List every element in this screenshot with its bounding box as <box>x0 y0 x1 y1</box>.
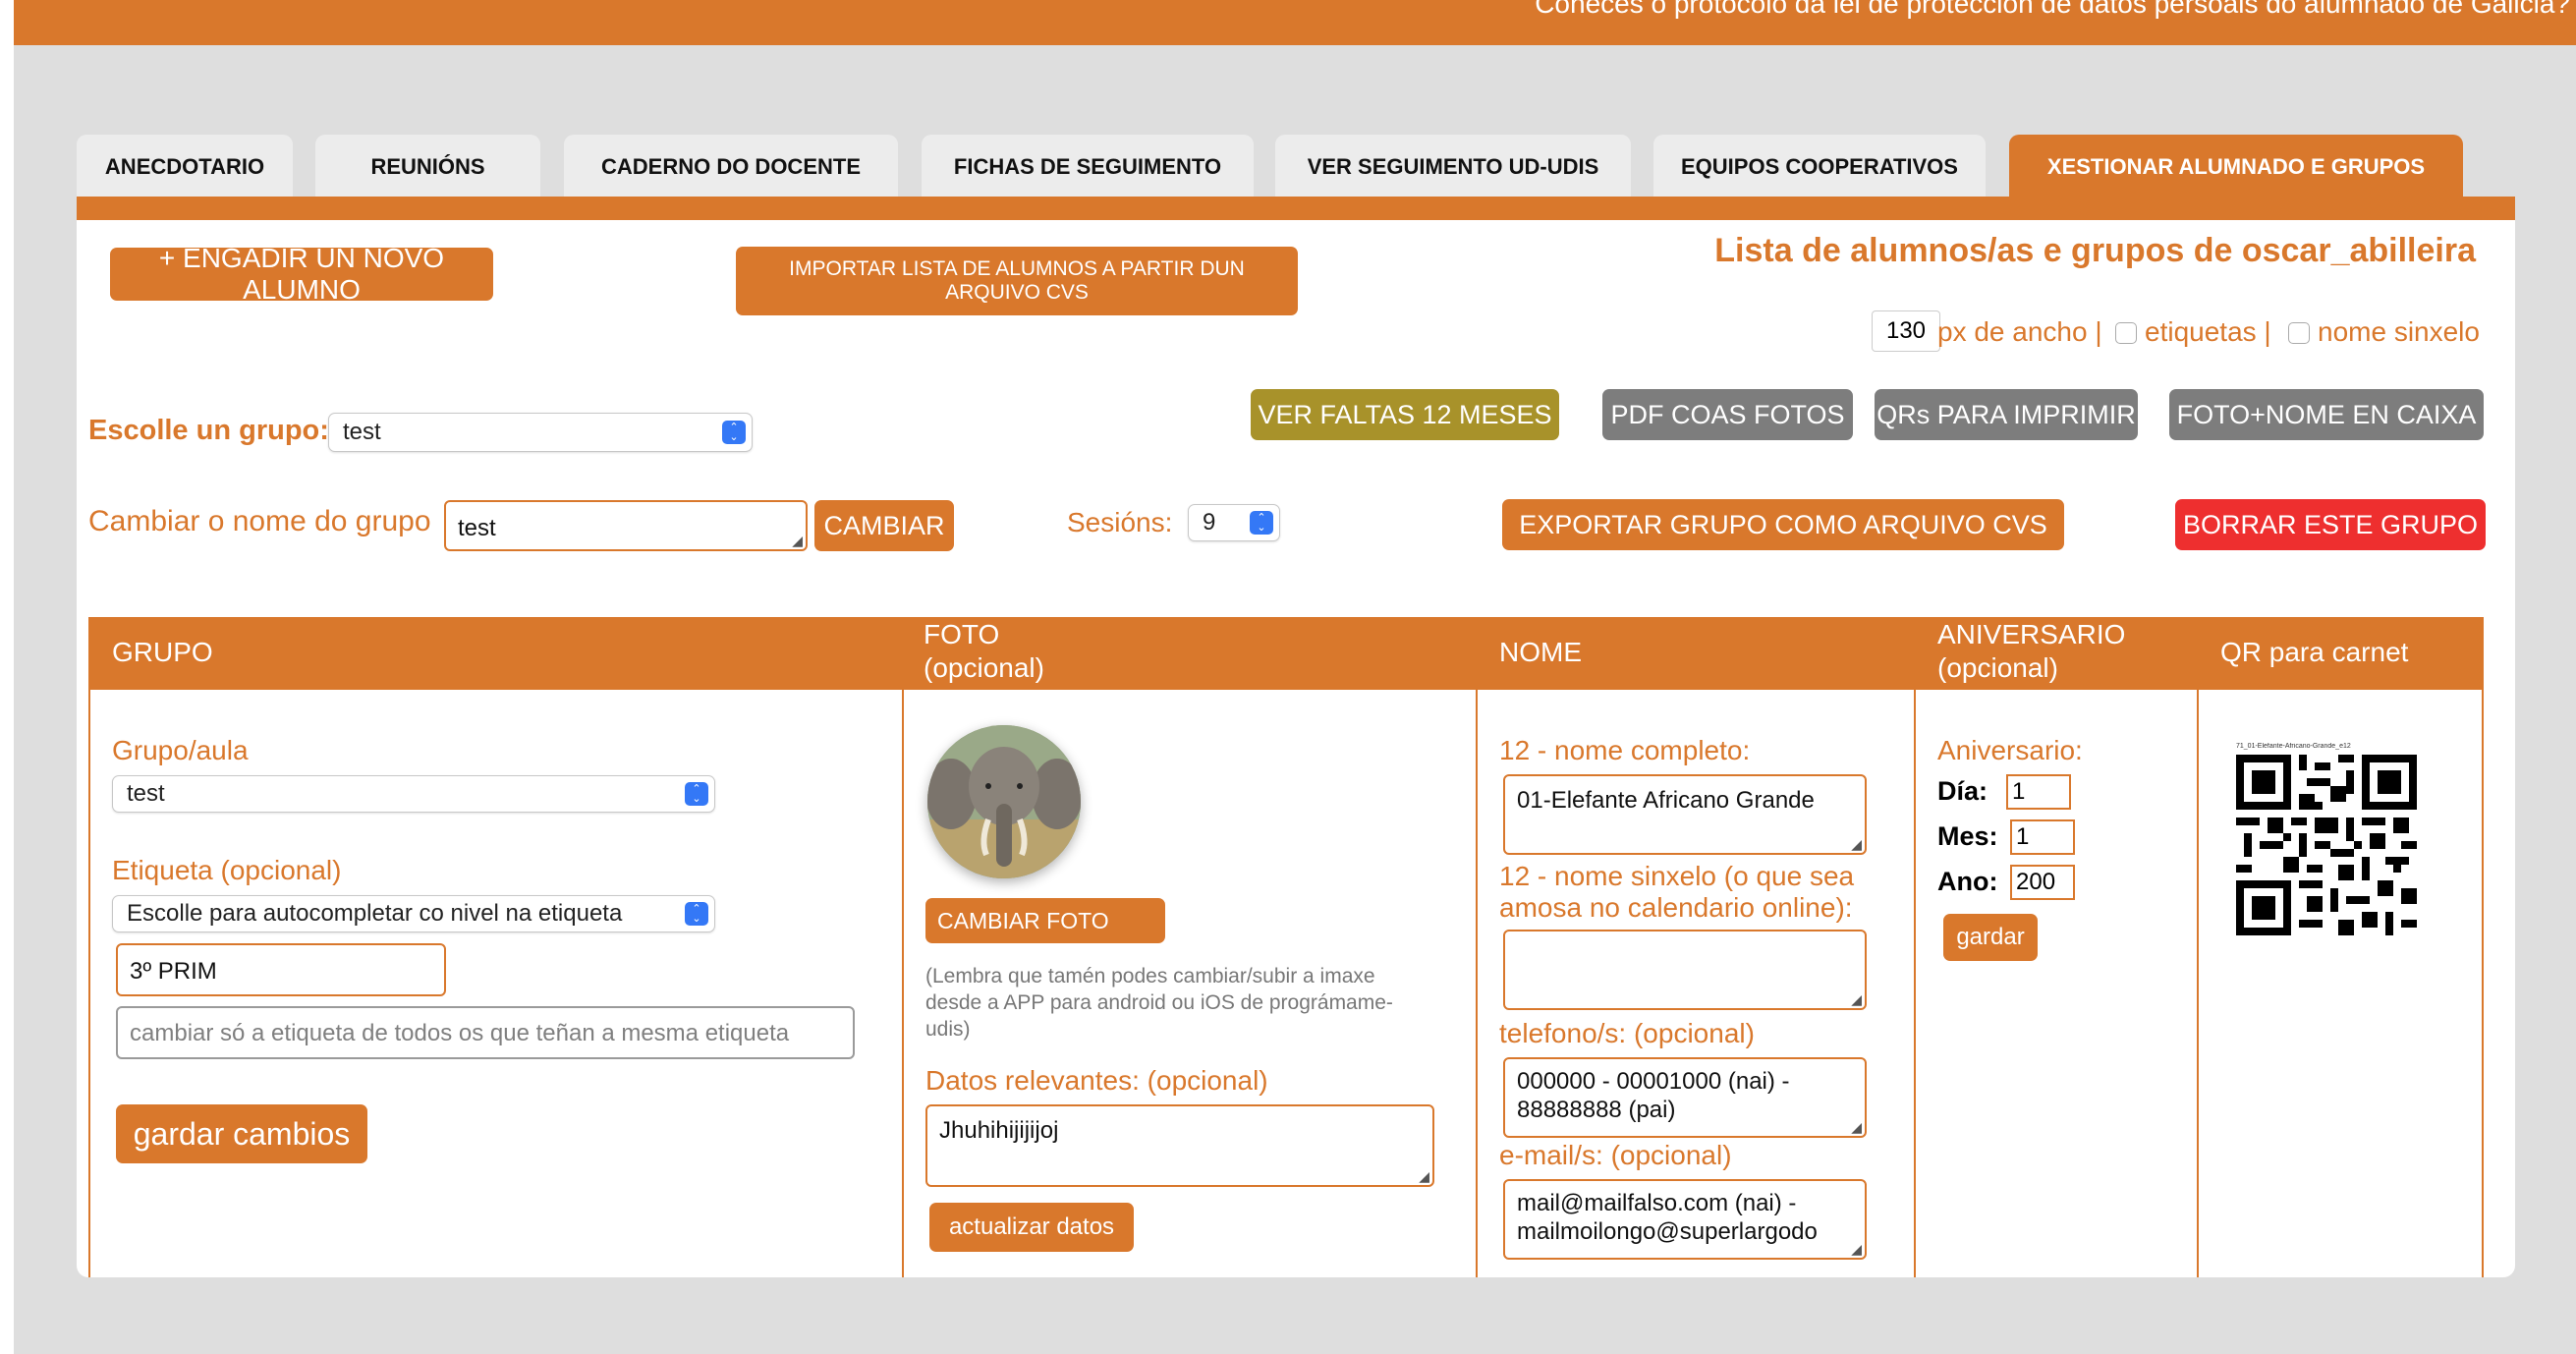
import-students-button[interactable]: IMPORTAR LISTA DE ALUMNOS A PARTIR DUN A… <box>736 247 1298 315</box>
resize-grip-icon: ◢ <box>792 533 803 548</box>
tab-equipos-cooperativos[interactable]: EQUIPOS COOPERATIVOS <box>1653 135 1986 199</box>
email-input[interactable]: mail@mailfalso.com (nai) - mailmoilongo@… <box>1503 1179 1867 1260</box>
resize-grip-icon: ◢ <box>1419 1168 1429 1184</box>
choose-group-label: Escolle un grupo: <box>88 415 329 446</box>
simple-name-checkbox-label: nome sinxelo <box>2318 316 2480 347</box>
rename-group-label: Cambiar o nome do grupo <box>88 505 431 537</box>
header-birthday-optional: (opcional) <box>1937 652 2058 683</box>
select-chevron-icon: ⌃ ⌄ <box>685 782 708 806</box>
photo-note: (Lembra que tamén podes cambiar/subir a … <box>925 965 1393 1041</box>
header-photo: FOTO <box>924 619 1000 649</box>
photo-width-input[interactable]: 130 <box>1872 310 1940 352</box>
group-aula-label: Grupo/aula <box>112 735 249 765</box>
change-photo-button[interactable]: CAMBIAR FOTO <box>925 898 1165 943</box>
select-chevron-icon: ⌃ ⌄ <box>1250 511 1273 535</box>
table-border <box>2482 690 2484 1277</box>
select-chevron-icon: ⌃ ⌄ <box>722 421 746 444</box>
full-name-input[interactable]: 01-Elefante Africano Grande ◢ <box>1503 774 1867 855</box>
delete-group-button[interactable]: BORRAR ESTE GRUPO <box>2175 499 2486 550</box>
main-panel: + ENGADIR UN NOVO ALUMNO IMPORTAR LISTA … <box>77 220 2515 1277</box>
month-input[interactable]: 1 <box>2010 819 2075 855</box>
table-border <box>902 690 904 1277</box>
tag-autocomplete-select[interactable]: Escolle para autocompletar co nivel na e… <box>112 895 715 932</box>
page-title: Lista de alumnos/as e grupos de oscar_ab… <box>1714 232 2476 269</box>
simple-name-input[interactable]: ◢ <box>1503 930 1867 1010</box>
save-changes-button[interactable]: gardar cambios <box>116 1104 367 1163</box>
day-label: Día: <box>1937 776 1988 806</box>
birthday-label: Aniversario: <box>1937 735 2083 765</box>
labels-checkbox-label: etiquetas | <box>2145 316 2271 347</box>
table-border <box>1914 690 1916 1277</box>
relevant-data-input[interactable]: Jhuhihijijijoj ◢ <box>925 1104 1434 1187</box>
pdf-photos-button[interactable]: PDF COAS FOTOS <box>1602 389 1853 440</box>
resize-grip-icon: ◢ <box>1851 1241 1862 1257</box>
simple-name-checkbox[interactable] <box>2288 322 2310 344</box>
header-birthday: ANIVERSARIO <box>1937 619 2126 649</box>
header-group: GRUPO <box>112 637 213 667</box>
sessions-select[interactable]: 9 ⌃ ⌄ <box>1188 504 1280 541</box>
day-input[interactable]: 1 <box>2006 774 2071 810</box>
phone-label: telefono/s: (opcional) <box>1499 1018 1755 1048</box>
full-name-label: 12 - nome completo: <box>1499 735 1751 765</box>
qr-caption: 71_01-Elefante-Africano-Grande_e12 <box>2236 743 2351 750</box>
tag-input[interactable]: 3º PRIM <box>116 943 446 996</box>
rename-group-button[interactable]: CAMBIAR <box>814 500 954 551</box>
email-label: e-mail/s: (opcional) <box>1499 1140 1732 1170</box>
tab-anecdotario[interactable]: ANECDOTARIO <box>77 135 293 199</box>
student-group-select[interactable]: test ⌃ ⌄ <box>112 775 715 813</box>
photo-name-box-button[interactable]: FOTO+NOME EN CAIXA <box>2169 389 2484 440</box>
month-label: Mes: <box>1937 821 1998 851</box>
tab-fichas-seguimento[interactable]: FICHAS DE SEGUIMENTO <box>922 135 1254 199</box>
relevant-data-label: Datos relevantes: (opcional) <box>925 1065 1268 1096</box>
resize-grip-icon: ◢ <box>1851 1119 1862 1135</box>
table-border <box>1476 690 1478 1277</box>
tag-label: Etiqueta (opcional) <box>112 855 342 885</box>
table-header: GRUPO FOTO (opcional) NOME ANIVERSARIO (… <box>88 617 2484 690</box>
update-data-button[interactable]: actualizar datos <box>929 1203 1134 1252</box>
students-table: GRUPO FOTO (opcional) NOME ANIVERSARIO (… <box>88 617 2484 1277</box>
simple-name-label: 12 - nome sinxelo (o que sea amosa no ca… <box>1499 861 1855 923</box>
tab-ver-seguimento[interactable]: VER SEGUIMENTO UD-UDIS <box>1275 135 1631 199</box>
tab-caderno-docente[interactable]: CADERNO DO DOCENTE <box>564 135 898 199</box>
labels-checkbox[interactable] <box>2115 322 2137 344</box>
export-group-button[interactable]: EXPORTAR GRUPO COMO ARQUIVO CVS <box>1502 499 2064 550</box>
save-birthday-button[interactable]: gardar <box>1943 914 2038 961</box>
resize-grip-icon: ◢ <box>1851 836 1862 852</box>
add-student-button[interactable]: + ENGADIR UN NOVO ALUMNO <box>110 243 493 305</box>
top-banner: Coñeces o protocolo da lei de protección… <box>14 0 2576 45</box>
width-label: px de ancho | <box>1937 316 2102 347</box>
resize-grip-icon: ◢ <box>1851 991 1862 1007</box>
rename-group-input[interactable]: test ◢ <box>444 500 808 551</box>
tag-all-input[interactable]: cambiar só a etiqueta de todos os que te… <box>116 1006 855 1059</box>
tab-reunions[interactable]: REUNIÓNS <box>315 135 540 199</box>
qr-code-icon <box>2236 755 2417 935</box>
year-label: Ano: <box>1937 867 1998 896</box>
tab-underline <box>77 197 2515 220</box>
privacy-protocol-link[interactable]: Coñeces o protocolo da lei de protección… <box>1535 0 2570 20</box>
group-select[interactable]: test ⌃ ⌄ <box>328 413 753 452</box>
table-border <box>2197 690 2199 1277</box>
qr-code <box>2236 755 2417 935</box>
phone-input[interactable]: 000000 - 00001000 (nai) - 88888888 (pai)… <box>1503 1057 1867 1138</box>
print-qrs-button[interactable]: QRs PARA IMPRIMIR <box>1875 389 2138 440</box>
sessions-label: Sesións: <box>1067 507 1173 537</box>
view-absences-button[interactable]: VER FALTAS 12 MESES <box>1251 389 1559 440</box>
tab-xestionar-alumnado[interactable]: XESTIONAR ALUMNADO E GRUPOS <box>2009 135 2463 199</box>
year-input[interactable]: 200 <box>2010 865 2075 900</box>
table-border <box>88 690 90 1277</box>
header-name: NOME <box>1499 637 1582 667</box>
select-chevron-icon: ⌃ ⌄ <box>685 902 708 926</box>
header-qr: QR para carnet <box>2220 637 2409 667</box>
elephant-photo-icon <box>927 725 1081 878</box>
header-photo-optional: (opcional) <box>924 652 1044 683</box>
student-photo <box>927 725 1081 878</box>
